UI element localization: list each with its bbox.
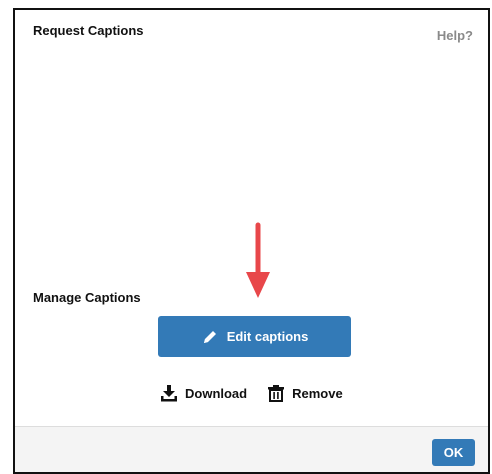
edit-captions-button[interactable]: Edit captions	[158, 316, 351, 357]
download-label: Download	[185, 385, 248, 401]
request-captions-dialog: Request Captions Help? Manage Captions E…	[13, 8, 490, 474]
remove-button[interactable]: Remove	[267, 384, 343, 402]
remove-label: Remove	[292, 385, 343, 401]
caption-actions: Download Remove	[160, 384, 343, 402]
dialog-title: Request Captions	[33, 23, 144, 38]
manage-captions-label: Manage Captions	[33, 290, 141, 305]
edit-captions-label: Edit captions	[226, 329, 309, 344]
arrow-down-icon	[246, 222, 270, 298]
dialog-footer: OK	[15, 426, 488, 472]
trash-icon	[267, 384, 285, 402]
download-icon	[160, 384, 178, 402]
help-link[interactable]: Help?	[437, 28, 473, 43]
download-button[interactable]: Download	[160, 384, 247, 402]
pencil-icon	[201, 328, 219, 346]
ok-button[interactable]: OK	[432, 439, 475, 466]
